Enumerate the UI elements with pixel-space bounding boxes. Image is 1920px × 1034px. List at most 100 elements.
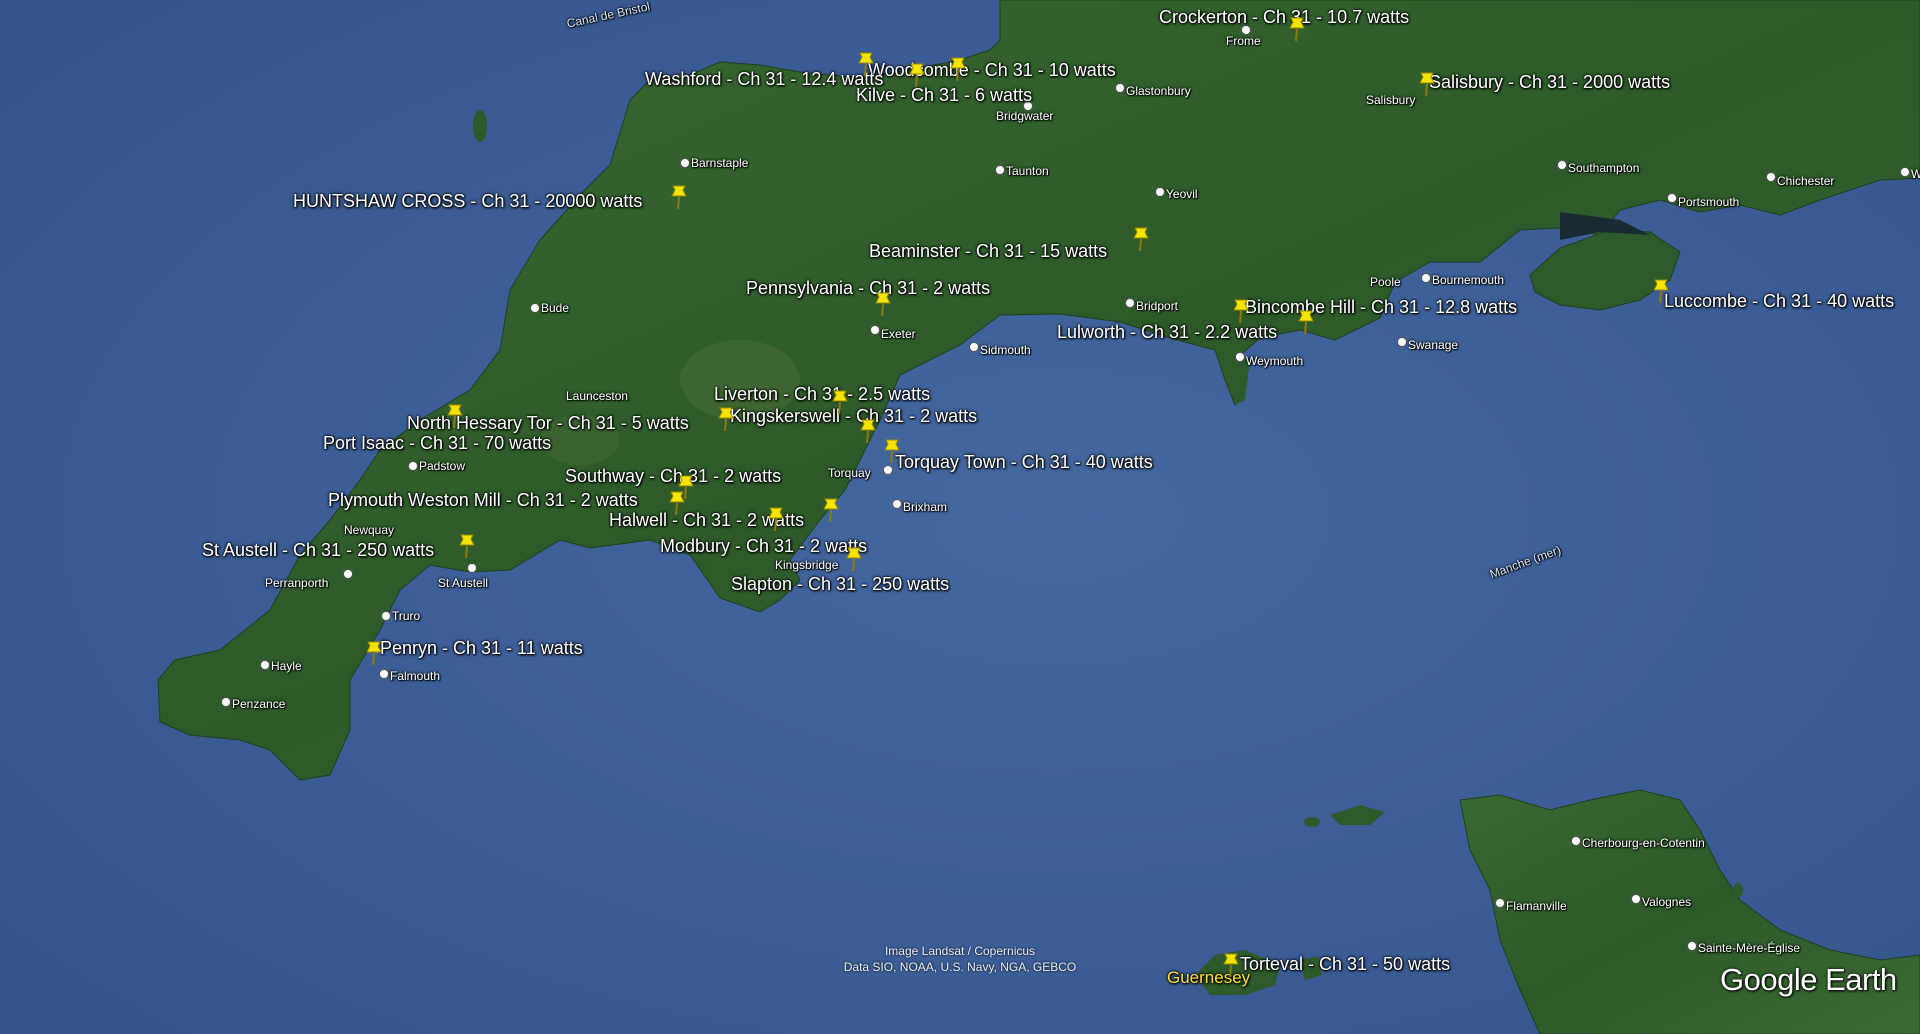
place-label-cherbourg: Cherbourg-en-Cotentin [1582,836,1705,850]
place-dot [680,158,690,168]
transmitter-label-port-isaac: Port Isaac - Ch 31 - 70 watts [323,433,552,453]
pushpin-icon[interactable] [1221,952,1241,978]
place-label-hayle: Hayle [271,659,302,673]
place-label-taunton: Taunton [1006,164,1049,178]
place-dot [1631,894,1641,904]
place-label-torquay: Torquay [828,466,871,480]
transmitter-label-southway: Southway - Ch 31 - 2 watts [565,466,782,486]
transmitter-label-modbury: Modbury - Ch 31 - 2 watts [660,536,868,556]
pushpin-icon[interactable] [948,56,968,82]
transmitter-label-kilve: Kilve - Ch 31 - 6 watts [856,85,1033,105]
place-dot [1571,836,1581,846]
imagery-attribution: Image Landsat / Copernicus Data SIO, NOA… [820,943,1100,975]
place-label-exeter: Exeter [881,327,916,341]
place-dot [1766,172,1776,182]
place-dot [1495,898,1505,908]
place-label-chichester: Chichester [1777,174,1835,188]
pushpin-icon[interactable] [1131,226,1151,252]
pushpin-icon[interactable] [907,62,927,88]
pushpin-icon[interactable] [856,51,876,77]
attribution-line-2: Data SIO, NOAA, U.S. Navy, NGA, GEBCO [843,960,1077,974]
place-label-southampton: Southampton [1568,161,1640,175]
transmitter-label-bincombe-hill: Bincombe Hill - Ch 31 - 12.8 watts [1245,297,1518,317]
pushpin-icon[interactable] [858,418,878,444]
transmitter-label-st-austell: St Austell - Ch 31 - 250 watts [202,540,435,560]
place-dot [1687,941,1697,951]
place-label-glastonbury: Glastonbury [1126,84,1191,98]
place-label-padstow: Padstow [419,459,466,473]
pushpin-icon[interactable] [830,389,850,415]
place-label-poole: Poole [1370,275,1401,289]
transmitter-label-huntshaw-cross: HUNTSHAW CROSS - Ch 31 - 20000 watts [293,191,643,211]
place-dot [1155,187,1165,197]
place-dot [1557,160,1567,170]
place-label-portsmouth: Portsmouth [1678,195,1740,209]
transmitter-label-pennsylvania: Pennsylvania - Ch 31 - 2 watts [746,278,991,298]
transmitter-label-beaminster: Beaminster - Ch 31 - 15 watts [869,241,1108,261]
place-label-newquay: Newquay [344,523,395,537]
place-label-weymouth: Weymouth [1246,354,1304,368]
place-dot [1900,167,1910,177]
place-dot [260,660,270,670]
pushpin-icon[interactable] [766,506,786,532]
place-label-penzance: Penzance [232,697,286,711]
transmitter-label-plymouth-weston-mill: Plymouth Weston Mill - Ch 31 - 2 watts [328,490,638,510]
pushpin-icon[interactable] [844,546,864,572]
place-label-falmouth: Falmouth [390,669,441,683]
place-label-st-austell: St Austell [438,576,489,590]
google-earth-logo: Google Earth [1720,962,1897,997]
place-label-perranporth: Perranporth [265,576,329,590]
transmitter-label-torteval: Torteval - Ch 31 - 50 watts [1240,954,1451,974]
transmitter-label-penryn: Penryn - Ch 31 - 11 watts [380,638,583,658]
pushpin-icon[interactable] [821,497,841,523]
transmitter-label-washford: Washford - Ch 31 - 12.4 watts [645,69,884,89]
pushpin-icon[interactable] [716,406,736,432]
place-label-barnstaple: Barnstaple [691,156,749,170]
transmitter-label-salisbury: Salisbury - Ch 31 - 2000 watts [1429,72,1671,92]
place-label-brixham: Brixham [903,500,948,514]
place-dot [870,325,880,335]
place-dot [343,569,353,579]
place-label-frome: Frome [1226,34,1261,48]
pushpin-icon[interactable] [364,640,384,666]
place-label-bridgwater: Bridgwater [996,109,1054,123]
transmitter-label-luccombe: Luccombe - Ch 31 - 40 watts [1664,291,1895,311]
place-label-bude: Bude [541,301,570,315]
place-dot [379,669,389,679]
satellite-map[interactable] [0,0,1920,1034]
pushpin-icon[interactable] [1296,309,1316,335]
pushpin-icon[interactable] [1231,298,1251,324]
place-dot [408,461,418,471]
transmitter-label-liverton: Liverton - Ch 31 - 2.5 watts [714,384,931,404]
place-label-launceston: Launceston [566,389,629,403]
place-label-kingsbridge: Kingsbridge [775,558,839,572]
place-dot [883,465,893,475]
place-dot [892,499,902,509]
pushpin-icon[interactable] [882,438,902,464]
pushpin-icon[interactable] [1651,278,1671,304]
pushpin-icon[interactable] [667,490,687,516]
place-dot [1421,273,1431,283]
place-dot [467,563,477,573]
place-label-swanage: Swanage [1408,338,1459,352]
pushpin-icon[interactable] [1287,16,1307,42]
place-label-yeovil: Yeovil [1166,187,1198,201]
place-dot [1235,352,1245,362]
pushpin-icon[interactable] [873,291,893,317]
transmitter-label-crockerton: Crockerton - Ch 31 - 10.7 watts [1159,7,1410,27]
pushpin-icon[interactable] [669,184,689,210]
pushpin-icon[interactable] [457,533,477,559]
pushpin-icon[interactable] [445,403,465,429]
place-label-bournemouth: Bournemouth [1432,273,1505,287]
place-dot [1115,83,1125,93]
transmitter-label-woodcombe: Woodcombe - Ch 31 - 10 watts [868,60,1116,80]
place-dot [530,303,540,313]
attribution-line-1: Image Landsat / Copernicus [884,944,1036,958]
transmitter-label-lulworth: Lulworth - Ch 31 - 2.2 watts [1057,322,1278,342]
place-label-w: W [1911,167,1920,181]
place-label-sidmouth: Sidmouth [980,343,1031,357]
place-dot [381,611,391,621]
pushpin-icon[interactable] [1417,71,1437,97]
transmitter-label-kingskerswell: Kingskerswell - Ch 31 - 2 watts [730,406,978,426]
place-label-salisbury: Salisbury [1366,93,1416,107]
